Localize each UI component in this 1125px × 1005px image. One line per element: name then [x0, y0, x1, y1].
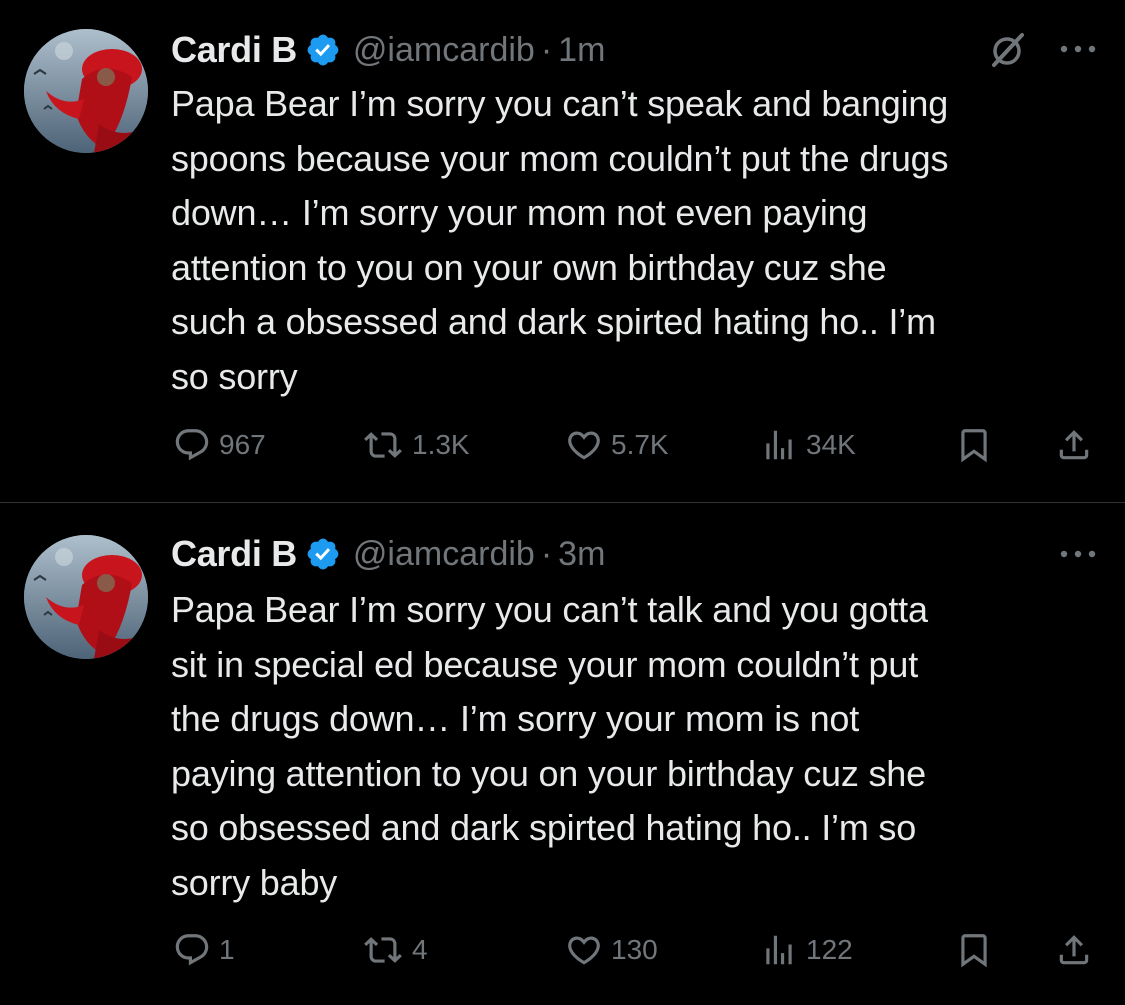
reply-button[interactable]: 1	[173, 925, 235, 975]
reply-icon	[175, 429, 209, 461]
bookmark-button[interactable]	[955, 420, 993, 470]
share-icon	[1059, 935, 1089, 965]
share-button[interactable]	[1055, 420, 1093, 470]
retweet-count: 1.3K	[412, 429, 470, 460]
views-icon	[766, 935, 792, 965]
bookmark-icon	[961, 934, 987, 968]
like-count: 130	[611, 934, 658, 965]
retweet-count: 4	[412, 934, 428, 965]
share-button[interactable]	[1055, 925, 1093, 975]
retweet-button[interactable]: 4	[362, 925, 428, 975]
tweet-text: Papa Bear I’m sorry you can’t speak and …	[171, 83, 949, 397]
retweet-icon	[364, 432, 402, 458]
handle[interactable]: @iamcardib	[353, 535, 535, 574]
avatar-image	[24, 535, 148, 659]
separator-dot: ·	[540, 534, 553, 573]
verified-badge-icon	[305, 32, 341, 68]
bookmark-button[interactable]	[955, 925, 993, 975]
separator-dot: ·	[540, 30, 553, 69]
reply-icon	[175, 934, 209, 966]
display-name[interactable]: Cardi B	[171, 533, 297, 575]
tweet-text: Papa Bear I’m sorry you can’t talk and y…	[171, 589, 928, 903]
like-icon	[568, 431, 600, 460]
like-button[interactable]: 130	[565, 925, 658, 975]
like-count: 5.7K	[611, 429, 669, 460]
like-button[interactable]: 5.7K	[565, 420, 669, 470]
retweet-icon	[364, 937, 402, 963]
more-icon[interactable]	[1058, 35, 1098, 63]
tweet-header: Cardi B @iamcardib · 1m	[171, 26, 605, 74]
display-name[interactable]: Cardi B	[171, 29, 297, 71]
reply-count: 1	[219, 934, 235, 965]
timestamp[interactable]: 1m	[558, 31, 605, 70]
action-bar: 1 4 130 122	[0, 925, 1125, 975]
reply-button[interactable]: 967	[173, 420, 266, 470]
more-icon[interactable]	[1058, 540, 1098, 568]
retweet-button[interactable]: 1.3K	[362, 420, 470, 470]
tweet[interactable]: Cardi B @iamcardib · 3m Papa Bear I’m so…	[0, 503, 1125, 1005]
avatar-image	[24, 29, 148, 153]
share-icon	[1059, 430, 1089, 460]
views-count: 122	[806, 934, 853, 965]
tweet-header: Cardi B @iamcardib · 3m	[171, 530, 605, 578]
reply-count: 967	[219, 429, 266, 460]
avatar[interactable]	[24, 535, 148, 659]
views-icon	[766, 430, 792, 460]
tweet[interactable]: Cardi B @iamcardib · 1m Papa Bear I’m so…	[0, 0, 1125, 502]
views-button[interactable]: 122	[760, 925, 853, 975]
grok-icon[interactable]	[987, 30, 1027, 70]
views-button[interactable]: 34K	[760, 420, 856, 470]
like-icon	[568, 936, 600, 965]
views-count: 34K	[806, 429, 856, 460]
verified-badge-icon	[305, 536, 341, 572]
avatar[interactable]	[24, 29, 148, 153]
handle[interactable]: @iamcardib	[353, 31, 535, 70]
action-bar: 967 1.3K 5.7K 34K	[0, 420, 1125, 470]
bookmark-icon	[961, 429, 987, 463]
timestamp[interactable]: 3m	[558, 535, 605, 574]
